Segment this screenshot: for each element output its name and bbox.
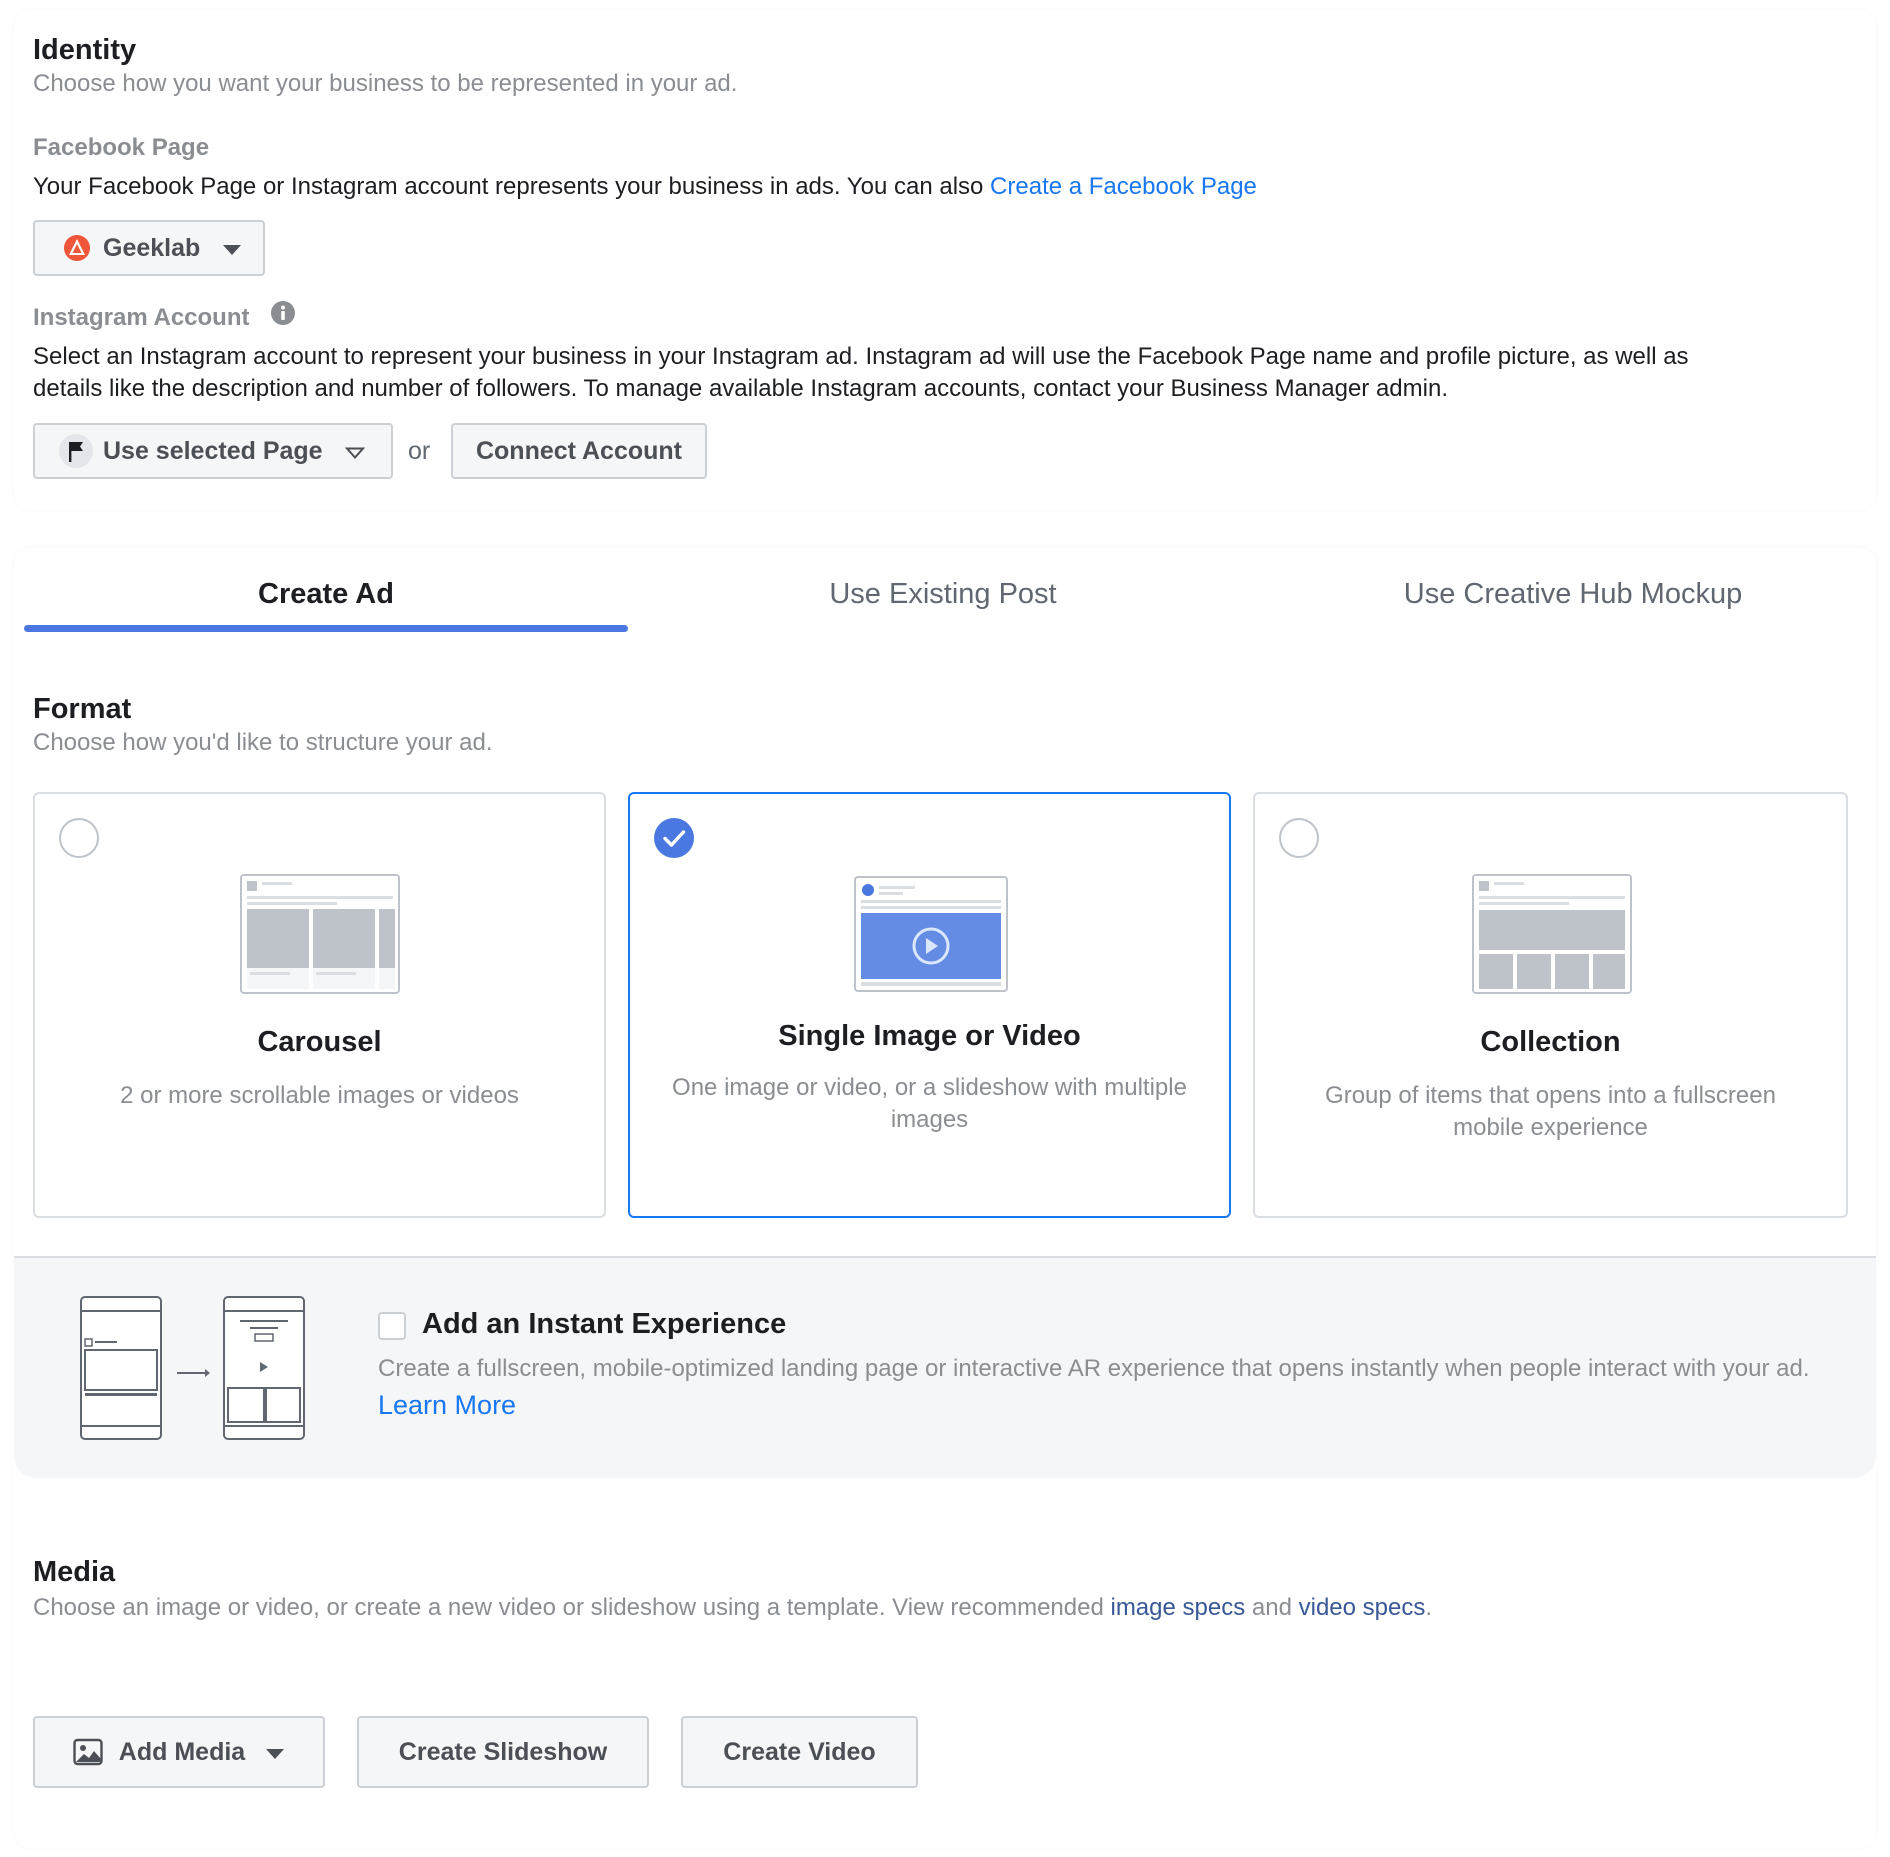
single-image-title: Single Image or Video: [778, 1020, 1081, 1052]
collection-illustration-icon: [1472, 874, 1632, 999]
instant-experience-description-block: Create a fullscreen, mobile-optimized la…: [378, 1350, 1838, 1425]
instagram-description-line2: details like the description and number …: [33, 375, 1448, 402]
chevron-down-icon: [265, 1738, 285, 1767]
format-option-single-image-or-video[interactable]: Single Image or Video One image or video…: [628, 792, 1231, 1218]
format-option-carousel[interactable]: Carousel 2 or more scrollable images or …: [33, 792, 606, 1218]
tab-create-ad[interactable]: Create Ad: [24, 558, 628, 630]
collection-radio[interactable]: [1279, 818, 1319, 858]
facebook-page-label: Facebook Page: [33, 134, 210, 161]
media-subtitle-text: Choose an image or video, or create a ne…: [33, 1594, 1104, 1621]
flag-icon: [59, 434, 93, 468]
collection-title: Collection: [1480, 1026, 1621, 1058]
add-media-button[interactable]: Add Media: [33, 1716, 325, 1788]
instant-experience-checkbox[interactable]: [378, 1312, 406, 1340]
carousel-description: 2 or more scrollable images or videos: [120, 1082, 519, 1109]
single-image-description: One image or video, or a slideshow with …: [672, 1074, 1187, 1133]
instant-experience-description: Create a fullscreen, mobile-optimized la…: [378, 1355, 1810, 1382]
instagram-account-selector[interactable]: Use selected Page: [33, 423, 393, 479]
chevron-down-icon: [222, 234, 242, 263]
tab-use-creative-hub-mockup[interactable]: Use Creative Hub Mockup: [1258, 558, 1888, 630]
create-video-button[interactable]: Create Video: [681, 1716, 918, 1788]
format-option-collection[interactable]: Collection Group of items that opens int…: [1253, 792, 1848, 1218]
video-specs-link[interactable]: video specs: [1299, 1594, 1426, 1621]
info-icon[interactable]: [270, 300, 296, 326]
add-media-label: Add Media: [118, 1737, 246, 1766]
geeklab-logo-icon: [63, 234, 91, 262]
media-period: .: [1425, 1594, 1433, 1621]
or-separator: or: [408, 437, 431, 465]
single-image-illustration-icon: [854, 876, 1008, 997]
collection-description: Group of items that opens into a fullscr…: [1325, 1082, 1776, 1141]
selected-page-name: Geeklab: [103, 233, 201, 262]
facebook-page-description-text: Your Facebook Page or Instagram account …: [33, 173, 984, 200]
instagram-account-label: Instagram Account: [33, 304, 250, 331]
media-subtitle: Choose an image or video, or create a ne…: [33, 1594, 1432, 1622]
single-image-radio[interactable]: [654, 818, 694, 858]
instagram-description-line1: Select an Instagram account to represent…: [33, 343, 1689, 370]
instant-experience-title: Add an Instant Experience: [422, 1308, 787, 1340]
carousel-illustration-icon: [240, 874, 400, 999]
instant-experience-illustration-icon: [80, 1296, 310, 1447]
instagram-select-value: Use selected Page: [103, 436, 323, 465]
identity-title: Identity: [33, 34, 137, 66]
media-title: Media: [33, 1556, 116, 1588]
connect-account-button[interactable]: Connect Account: [451, 423, 707, 479]
facebook-page-description: Your Facebook Page or Instagram account …: [33, 171, 1257, 203]
media-and-text: and: [1251, 1594, 1292, 1621]
format-subtitle: Choose how you'd like to structure your …: [33, 729, 493, 756]
identity-subtitle: Choose how you want your business to be …: [33, 70, 738, 97]
tab-use-existing-post[interactable]: Use Existing Post: [628, 558, 1258, 630]
format-title: Format: [33, 693, 132, 725]
carousel-title: Carousel: [257, 1026, 382, 1058]
carousel-radio[interactable]: [59, 818, 99, 858]
chevron-down-outline-icon: [344, 437, 365, 466]
facebook-page-selector[interactable]: Geeklab: [33, 220, 265, 276]
image-icon: [73, 1737, 103, 1767]
active-tab-indicator: [24, 625, 628, 632]
create-slideshow-button[interactable]: Create Slideshow: [357, 1716, 649, 1788]
learn-more-link[interactable]: Learn More: [378, 1390, 516, 1420]
image-specs-link[interactable]: image specs: [1110, 1594, 1245, 1621]
checkmark-icon: [654, 818, 694, 863]
create-facebook-page-link[interactable]: Create a Facebook Page: [990, 173, 1257, 200]
